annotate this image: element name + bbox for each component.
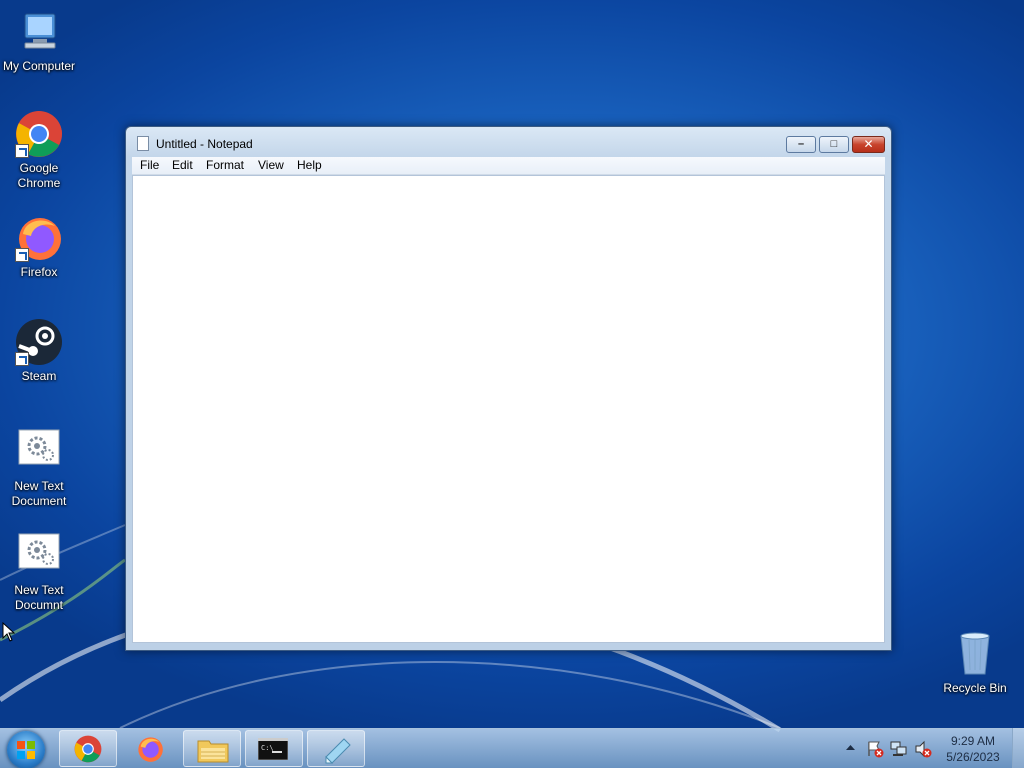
desktop-icon-label: New Text Document — [11, 479, 67, 508]
desktop-icon-label: New Text Documnt — [14, 583, 64, 612]
taskbar-cmd-button[interactable]: C:\ — [245, 730, 303, 767]
desktop-icon-firefox[interactable]: Firefox — [0, 214, 78, 280]
network-icon[interactable] — [890, 740, 908, 758]
taskbar-firefox-button[interactable] — [121, 730, 179, 767]
maximize-button[interactable]: □ — [819, 136, 849, 153]
clock-date: 5/26/2023 — [946, 750, 1000, 764]
minimize-icon: – — [797, 138, 805, 150]
chrome-icon — [15, 110, 63, 158]
menu-file[interactable]: File — [140, 158, 159, 172]
notepad-window[interactable]: Untitled - Notepad – □ ✕ File Edit Forma… — [125, 126, 892, 651]
desktop-icon-label: My Computer — [2, 59, 76, 73]
computer-icon — [15, 8, 63, 56]
firefox-icon — [138, 737, 163, 762]
menu-help[interactable]: Help — [297, 158, 322, 172]
text-document-icon — [15, 532, 63, 580]
svg-text:C:\: C:\ — [261, 744, 274, 752]
shortcut-arrow-icon — [15, 144, 29, 158]
desktop-icon-label: Steam — [21, 369, 57, 383]
firefox-icon — [15, 214, 63, 262]
desktop-icon-google-chrome[interactable]: Google Chrome — [0, 110, 78, 191]
action-center-flag-icon[interactable] — [866, 740, 884, 758]
desktop-icon-my-computer[interactable]: My Computer — [0, 8, 78, 74]
shortcut-arrow-icon — [15, 248, 29, 262]
cmd-icon: C:\ — [258, 738, 288, 760]
desktop-icon-recycle-bin[interactable]: Recycle Bin — [936, 630, 1014, 696]
taskbar-chrome-button[interactable] — [59, 730, 117, 767]
volume-muted-icon[interactable] — [914, 740, 932, 758]
menu-bar: File Edit Format View Help — [132, 157, 885, 175]
minimize-button[interactable]: – — [786, 136, 816, 153]
desktop-icon-label: Recycle Bin — [943, 681, 1007, 695]
window-title: Untitled - Notepad — [156, 137, 253, 151]
taskbar-explorer-button[interactable] — [183, 730, 241, 767]
system-clock[interactable]: 9:29 AM 5/26/2023 — [938, 733, 1008, 765]
taskbar-notepad-button[interactable] — [307, 730, 365, 767]
desktop-icon-steam[interactable]: Steam — [0, 318, 78, 384]
clock-time: 9:29 AM — [950, 734, 996, 748]
menu-edit[interactable]: Edit — [172, 158, 193, 172]
folder-icon — [197, 740, 229, 763]
desktop-icon-new-text-document[interactable]: New Text Document — [0, 428, 78, 509]
close-icon: ✕ — [863, 137, 874, 151]
steam-icon — [15, 318, 63, 366]
desktop-icon-label: Google Chrome — [17, 161, 61, 190]
maximize-icon: □ — [830, 138, 838, 150]
menu-view[interactable]: View — [258, 158, 284, 172]
mouse-cursor-icon — [2, 622, 16, 642]
text-document-icon — [15, 428, 63, 476]
notepad-icon — [137, 136, 149, 151]
windows-logo-icon — [17, 741, 35, 759]
desktop-icon-new-text-documnt[interactable]: New Text Documnt — [0, 532, 78, 613]
shortcut-arrow-icon — [15, 352, 29, 366]
show-hidden-icons-icon[interactable] — [846, 744, 855, 751]
desktop-icon-label: Firefox — [20, 265, 58, 279]
text-edit-area[interactable] — [132, 175, 885, 643]
chrome-icon — [74, 735, 102, 763]
recycle-bin-icon — [955, 630, 995, 678]
title-bar[interactable]: Untitled - Notepad – □ ✕ — [126, 127, 891, 159]
show-desktop-button[interactable] — [1012, 728, 1024, 768]
notepad-icon — [325, 738, 351, 764]
close-button[interactable]: ✕ — [852, 136, 885, 153]
menu-format[interactable]: Format — [206, 158, 244, 172]
start-button[interactable] — [7, 731, 45, 768]
